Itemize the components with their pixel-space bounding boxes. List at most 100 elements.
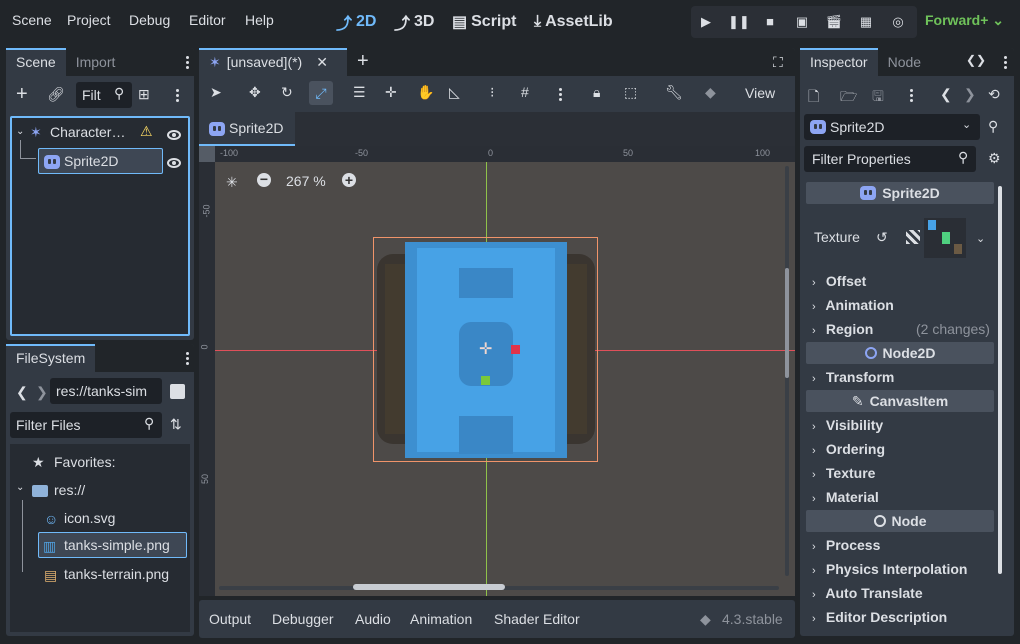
workspace-script[interactable]: ▤ Script — [452, 10, 516, 34]
split-view-icon[interactable] — [170, 384, 185, 399]
close-icon[interactable]: ✕ — [316, 54, 328, 76]
bone-icon[interactable]: 🔧︎ — [665, 84, 683, 101]
prop-region[interactable]: › Region — [812, 321, 873, 337]
tab-debugger[interactable]: Debugger — [272, 611, 334, 627]
move-tool-icon[interactable]: ✥ — [249, 84, 261, 101]
select-tool-icon[interactable]: ➤ — [210, 84, 222, 101]
group-icon[interactable]: ⬚ — [624, 84, 637, 101]
prop-auto-translate[interactable]: › Auto Translate — [812, 585, 923, 601]
snap-options-icon[interactable] — [559, 87, 563, 101]
zoom-out-icon[interactable]: − — [257, 172, 271, 187]
workspace-2d[interactable]: ⤴ 2D — [336, 10, 376, 34]
instance-scene-icon[interactable]: ⊞ — [138, 86, 150, 103]
prop-transform[interactable]: › Transform — [812, 369, 894, 385]
prop-physics-interpolation[interactable]: › Physics Interpolation — [812, 561, 967, 577]
pause-icon[interactable]: ❚❚ — [728, 12, 750, 32]
inspector-scrollbar[interactable] — [998, 186, 1002, 574]
file-item[interactable]: tanks-terrain.png — [64, 566, 169, 582]
history-back-icon[interactable]: ❮ — [940, 86, 952, 103]
scale-tool-icon[interactable]: ⤢ — [309, 81, 333, 105]
camera-icon[interactable]: ◆ — [705, 84, 716, 101]
menu-project[interactable]: Project — [67, 12, 111, 28]
dock-left-icon[interactable]: ❮❯ — [966, 53, 986, 67]
tab-audio[interactable]: Audio — [355, 611, 391, 627]
menu-scene[interactable]: Scene — [12, 12, 52, 28]
stop-icon[interactable]: ■ — [760, 12, 780, 32]
tab-filesystem[interactable]: FileSystem — [6, 344, 96, 372]
prop-process[interactable]: › Process — [812, 537, 880, 553]
play-icon[interactable]: ▶ — [696, 12, 716, 32]
open-folder-icon[interactable]: 🗁︎ — [840, 86, 857, 110]
play-current-scene-icon[interactable]: 🎬︎ — [824, 12, 844, 32]
prop-visibility[interactable]: › Visibility — [812, 417, 883, 433]
zoom-in-icon[interactable]: + — [342, 173, 356, 187]
forward-icon[interactable]: ❯ — [36, 384, 48, 401]
smart-snap-icon[interactable]: ⁝ — [490, 84, 494, 101]
prop-ordering[interactable]: › Ordering — [812, 441, 885, 457]
list-tool-icon[interactable]: ☰ — [353, 84, 366, 101]
filter-properties-input[interactable]: Filter Properties ⚲ — [804, 146, 976, 172]
tab-node[interactable]: Node — [878, 48, 931, 76]
tab-scene[interactable]: Scene — [6, 48, 66, 76]
scene-filter-input[interactable]: Filt ⚲ — [76, 82, 132, 108]
filesystem-menu-icon[interactable] — [186, 351, 190, 365]
prop-editor-description[interactable]: › Editor Description — [812, 609, 947, 625]
prop-material[interactable]: › Material — [812, 489, 879, 505]
workspace-assetlib[interactable]: ⤓ AssetLib — [534, 10, 613, 34]
favorites-item[interactable]: Favorites: — [54, 454, 115, 470]
tab-sprite2d[interactable]: Sprite2D — [199, 112, 295, 146]
node-selector[interactable]: Sprite2D ⌄ — [804, 114, 980, 140]
save-icon[interactable]: 🖫︎ — [872, 86, 884, 110]
tree-item-sprite2d[interactable]: Sprite2D — [38, 148, 163, 174]
file-item[interactable]: icon.svg — [64, 510, 115, 526]
warning-icon[interactable]: ⚠ — [140, 123, 153, 140]
tab-shader-editor[interactable]: Shader Editor — [494, 611, 580, 627]
history-forward-icon[interactable]: ❯ — [964, 86, 976, 103]
tab-animation[interactable]: Animation — [410, 611, 472, 627]
pivot-tool-icon[interactable]: ✛ — [385, 84, 397, 101]
path-field[interactable]: res://tanks-sim — [50, 378, 162, 404]
filter-files-input[interactable]: Filter Files ⚲ — [10, 412, 162, 438]
workspace-3d[interactable]: ⤴ 3D — [394, 10, 434, 34]
revert-icon[interactable]: ↺ — [876, 229, 888, 246]
visibility-eye-icon[interactable] — [167, 127, 181, 143]
collapse-arrow-icon[interactable]: ⌄ — [16, 482, 24, 493]
menu-help[interactable]: Help — [245, 12, 274, 28]
add-node-icon[interactable]: + — [16, 84, 28, 104]
resource-menu-icon[interactable] — [910, 88, 914, 102]
property-tools-icon[interactable]: ⚙ — [988, 150, 1001, 167]
prop-offset[interactable]: › Offset — [812, 273, 866, 289]
movie-maker-icon[interactable]: ◎ — [888, 12, 908, 32]
lock-icon[interactable]: 🔒︎ — [593, 84, 600, 101]
tab-inspector[interactable]: Inspector — [800, 48, 878, 76]
prop-animation[interactable]: › Animation — [812, 297, 894, 313]
ruler-tool-icon[interactable]: ◺ — [449, 84, 460, 101]
menu-debug[interactable]: Debug — [129, 12, 170, 28]
node-help-icon[interactable]: ⚲ — [988, 118, 998, 135]
y-handle[interactable] — [481, 376, 490, 385]
scene-dock-menu-icon[interactable] — [186, 55, 190, 69]
collapse-arrow-icon[interactable]: ⌄ — [16, 126, 24, 137]
file-item-selected[interactable]: ▥ tanks-simple.png — [38, 532, 187, 558]
menu-editor[interactable]: Editor — [189, 12, 226, 28]
history-icon[interactable]: ⟲ — [988, 86, 1000, 103]
tab-unsaved-scene[interactable]: ✶ [unsaved](*) ✕ — [199, 48, 347, 76]
link-icon[interactable]: 🔗︎ — [47, 86, 65, 103]
folder-res[interactable]: res:// — [54, 482, 85, 498]
vertical-scroll-thumb[interactable] — [785, 268, 789, 378]
fullscreen-icon[interactable]: ⛶ — [773, 54, 783, 71]
inspector-menu-icon[interactable] — [1004, 55, 1008, 69]
tab-output[interactable]: Output — [209, 611, 251, 627]
renderer-select[interactable]: Forward+ ⌄ — [925, 12, 1004, 29]
new-resource-icon[interactable]: 🗋︎ — [808, 86, 819, 110]
prop-texture[interactable]: › Texture — [812, 465, 875, 481]
visibility-eye-icon[interactable] — [167, 155, 181, 171]
x-handle[interactable] — [511, 345, 520, 354]
back-icon[interactable]: ❮ — [16, 384, 28, 401]
viewport-2d[interactable]: -100 -50 0 50 100 -50 0 50 ✳ − 267 % + ✛ — [199, 146, 795, 596]
sort-icon[interactable]: ⇅ — [170, 416, 182, 433]
pan-tool-icon[interactable]: ✋ — [417, 84, 434, 101]
horizontal-scroll-thumb[interactable] — [353, 584, 505, 590]
zoom-level[interactable]: 267 % — [286, 173, 326, 189]
view-menu[interactable]: View — [745, 85, 775, 101]
